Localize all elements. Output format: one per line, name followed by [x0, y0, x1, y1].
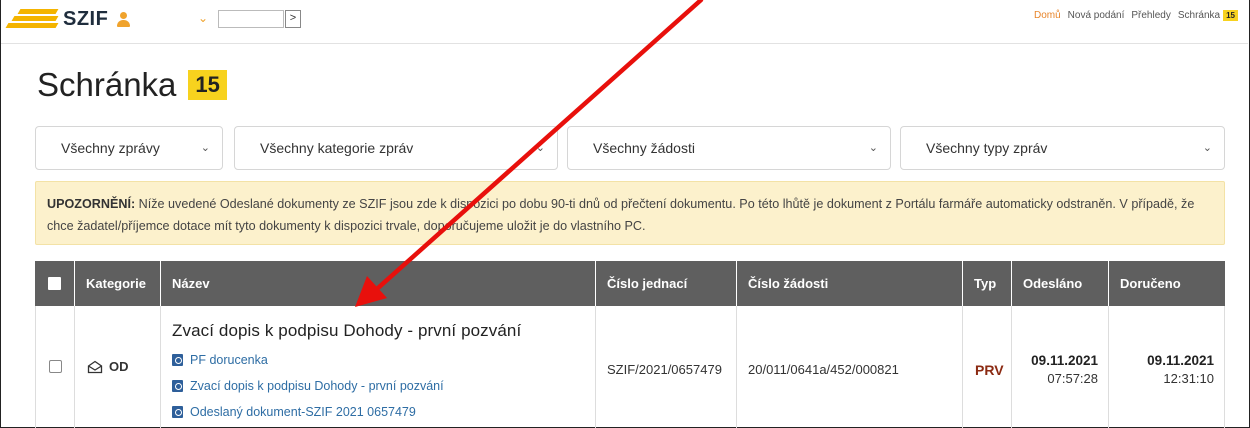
row-select-cell — [36, 306, 75, 428]
chevron-down-icon: ⌄ — [535, 142, 545, 154]
header-delivered[interactable]: Doručeno — [1109, 261, 1225, 306]
row-sent: 09.11.2021 07:57:28 — [1031, 352, 1098, 388]
filter-types-value: Všechny typy zpráv — [926, 140, 1048, 156]
header-request-number[interactable]: Číslo žádosti — [737, 261, 963, 306]
document-link-1-label[interactable]: PF dorucenka — [190, 353, 268, 367]
header-category[interactable]: Kategorie — [75, 261, 161, 306]
row-delivered-date: 09.11.2021 — [1147, 353, 1214, 368]
header-name[interactable]: Název — [161, 261, 596, 306]
row-request-number: 20/011/0641a/452/000821 — [748, 362, 899, 377]
row-type: PRV — [975, 362, 1004, 378]
row-ref-number: SZIF/2021/0657479 — [607, 362, 722, 377]
filter-categories-value: Všechny kategorie zpráv — [260, 140, 414, 156]
user-icon[interactable] — [116, 11, 131, 27]
document-link-3-label[interactable]: Odeslaný dokument-SZIF 2021 0657479 — [190, 405, 416, 419]
chevron-down-icon: ⌄ — [1202, 142, 1212, 154]
row-type-cell: PRV — [963, 306, 1012, 428]
document-link-3[interactable]: Odeslaný dokument-SZIF 2021 0657479 — [172, 405, 416, 419]
row-category-cell: OD — [75, 306, 161, 428]
row-sent-time: 07:57:28 — [1047, 371, 1098, 386]
row-delivered: 09.11.2021 12:31:10 — [1147, 352, 1214, 388]
header-ref-number[interactable]: Číslo jednací — [596, 261, 737, 306]
warning-text: Níže uvedené Odeslané dokumenty ze SZIF … — [47, 197, 1195, 233]
chevron-down-icon: ⌄ — [868, 142, 878, 154]
go-button[interactable]: > — [285, 10, 301, 28]
top-nav: Domů Nová podání Přehledy Schránka 15 — [1027, 10, 1238, 21]
row-sent-cell: 09.11.2021 07:57:28 — [1012, 306, 1109, 428]
filter-messages-value: Všechny zprávy — [61, 140, 160, 156]
message-count-badge: 15 — [188, 70, 227, 100]
document-link-2[interactable]: Zvací dopis k podpisu Dohody - první poz… — [172, 379, 444, 393]
nav-home[interactable]: Domů — [1034, 10, 1061, 21]
messages-table: Kategorie Název Číslo jednací Číslo žádo… — [35, 261, 1225, 428]
header-type[interactable]: Typ — [963, 261, 1012, 306]
logo-text: SZIF — [63, 7, 109, 30]
logo-stripes-icon — [5, 8, 59, 30]
header-select-all[interactable] — [35, 261, 75, 306]
filter-requests-select[interactable]: Všechny žádosti ⌄ — [567, 126, 891, 170]
row-title[interactable]: Zvací dopis k podpisu Dohody - první poz… — [172, 321, 521, 341]
nav-inbox[interactable]: Schránka — [1178, 10, 1220, 21]
pdf-icon — [172, 354, 183, 366]
nav-new-submission[interactable]: Nová podání — [1068, 10, 1125, 21]
filter-messages-select[interactable]: Všechny zprávy ⌄ — [35, 126, 223, 170]
row-delivered-cell: 09.11.2021 12:31:10 — [1109, 306, 1224, 428]
row-category-label: OD — [109, 359, 129, 374]
filter-types-select[interactable]: Všechny typy zpráv ⌄ — [900, 126, 1225, 170]
row-checkbox[interactable] — [49, 360, 62, 373]
page-title-text: Schránka — [37, 66, 177, 103]
nav-inbox-badge: 15 — [1223, 10, 1238, 21]
document-link-2-label[interactable]: Zvací dopis k podpisu Dohody - první poz… — [190, 379, 444, 393]
document-link-1[interactable]: PF dorucenka — [172, 353, 268, 367]
top-bar: SZIF ⌄ > Domů Nová podání Přehledy Schrá… — [1, 0, 1248, 44]
select-all-checkbox[interactable] — [48, 277, 61, 291]
row-delivered-time: 12:31:10 — [1163, 371, 1214, 386]
filter-categories-select[interactable]: Všechny kategorie zpráv ⌄ — [234, 126, 558, 170]
pdf-icon — [172, 380, 183, 392]
row-request-number-cell: 20/011/0641a/452/000821 — [737, 306, 963, 428]
table-header: Kategorie Název Číslo jednací Číslo žádo… — [35, 261, 1225, 306]
table-row[interactable]: OD Zvací dopis k podpisu Dohody - první … — [35, 306, 1225, 428]
header-sent[interactable]: Odesláno — [1012, 261, 1109, 306]
row-name-cell: Zvací dopis k podpisu Dohody - první poz… — [161, 306, 596, 428]
chevron-down-icon: ⌄ — [200, 142, 210, 154]
nav-overview[interactable]: Přehledy — [1131, 10, 1170, 21]
row-sent-date: 09.11.2021 — [1031, 353, 1098, 368]
warning-alert: UPOZORNĚNÍ: Níže uvedené Odeslané dokume… — [35, 181, 1225, 245]
filter-requests-value: Všechny žádosti — [593, 140, 695, 156]
row-category: OD — [87, 359, 129, 374]
top-search-input[interactable] — [218, 10, 284, 28]
pdf-icon — [172, 406, 183, 418]
envelope-open-icon — [87, 360, 103, 373]
chevron-down-icon[interactable]: ⌄ — [198, 11, 208, 25]
page-title: Schránka 15 — [37, 66, 227, 104]
row-ref-number-cell: SZIF/2021/0657479 — [596, 306, 737, 428]
warning-label: UPOZORNĚNÍ: — [47, 197, 136, 211]
szif-logo[interactable]: SZIF — [5, 6, 131, 32]
